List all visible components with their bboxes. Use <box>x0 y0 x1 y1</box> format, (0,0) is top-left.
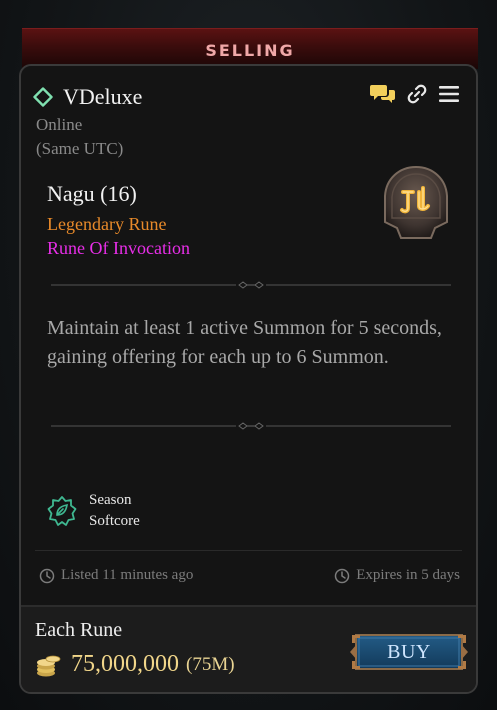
price-label: Each Rune <box>35 619 123 641</box>
seller-name[interactable]: VDeluxe <box>63 84 142 110</box>
expires-text: Expires in 5 days <box>356 567 460 583</box>
season-label: Season <box>89 492 132 508</box>
item-description: Maintain at least 1 active Summon for 5 … <box>47 317 442 368</box>
gold-coins-icon <box>37 655 61 676</box>
buy-button[interactable]: BUY <box>350 631 468 673</box>
listed-time: Listed 11 minutes ago <box>39 567 193 584</box>
clock-icon <box>39 568 55 583</box>
online-status-icon <box>33 87 53 107</box>
chat-icon[interactable] <box>370 83 396 105</box>
menu-icon[interactable] <box>438 84 460 104</box>
timezone-text: (Same UTC) <box>36 139 124 158</box>
mode-text: Season Softcore <box>89 490 140 532</box>
divider-top <box>51 281 451 289</box>
softcore-label: Softcore <box>89 513 140 529</box>
link-icon[interactable] <box>406 83 428 105</box>
price-row: 75,000,000 (75M) <box>35 651 235 678</box>
online-status-text: Online <box>36 115 83 134</box>
seller-row: VDeluxe <box>33 84 142 110</box>
expires-time: Expires in 5 days <box>334 567 460 584</box>
clock-icon <box>335 568 350 583</box>
price-short: (75M) <box>186 653 235 675</box>
listed-text: Listed 11 minutes ago <box>61 567 194 583</box>
listing-card: VDeluxe Online (Same UTC) Nagu (16) Lege… <box>19 64 478 694</box>
season-icon <box>47 496 77 526</box>
item-rarity: Legendary Rune <box>47 214 167 234</box>
price-value: 75,000,000 <box>71 651 179 677</box>
buy-label: BUY <box>387 641 431 663</box>
banner-label: SELLING <box>205 41 295 60</box>
item-type: Rune Of Invocation <box>47 238 190 258</box>
price-footer: Each Rune 75,000,000 (75M) BUY <box>21 605 476 692</box>
rune-icon <box>384 165 448 239</box>
game-mode: Season Softcore <box>47 490 140 532</box>
selling-banner: SELLING <box>22 28 478 69</box>
item-name: Nagu (16) <box>47 181 137 206</box>
card-actions <box>370 83 460 105</box>
divider-bottom <box>51 422 451 430</box>
seller-status: Online (Same UTC) <box>36 113 123 161</box>
meta-divider <box>35 550 462 551</box>
